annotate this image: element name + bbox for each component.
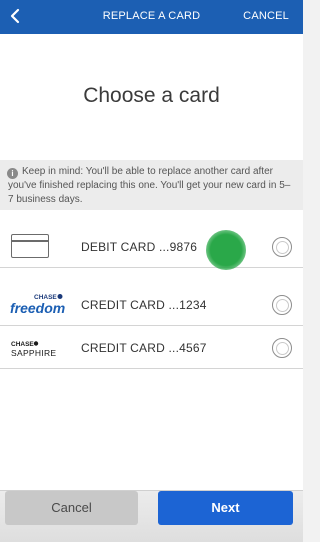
header-cancel-button[interactable]: CANCEL <box>243 10 289 22</box>
cancel-button[interactable]: Cancel <box>5 491 138 525</box>
chase-freedom-logo: CHASE freedom <box>8 290 70 320</box>
sapphire-logo-top-text: CHASE <box>11 341 34 348</box>
card-label: CREDIT CARD ...1234 <box>81 298 207 312</box>
card-label: CREDIT CARD ...4567 <box>81 341 207 355</box>
touch-indicator <box>206 230 246 270</box>
info-icon: i <box>7 168 18 179</box>
top-navigation-bar: REPLACE A CARD CANCEL <box>0 0 303 34</box>
card-option-sapphire[interactable]: CHASE SAPPHIRE CREDIT CARD ...4567 <box>0 327 303 369</box>
info-notice: i Keep in mind: You'll be able to replac… <box>0 160 303 210</box>
card-option-freedom[interactable]: CHASE freedom CREDIT CARD ...1234 <box>0 284 303 326</box>
radio-button[interactable] <box>272 338 292 358</box>
next-button[interactable]: Next <box>158 491 293 525</box>
radio-button[interactable] <box>272 295 292 315</box>
sapphire-logo-main-text: SAPPHIRE <box>11 348 56 358</box>
page-title: Choose a card <box>83 84 220 107</box>
notice-text: Keep in mind: You'll be able to replace … <box>8 166 291 205</box>
debit-card-icon <box>11 234 49 258</box>
card-label: DEBIT CARD ...9876 <box>81 240 198 254</box>
chase-sapphire-logo: CHASE SAPPHIRE <box>8 333 70 363</box>
freedom-logo-main-text: freedom <box>10 300 65 316</box>
card-option-debit[interactable]: DEBIT CARD ...9876 <box>0 226 303 268</box>
radio-button[interactable] <box>272 237 292 257</box>
bottom-action-bar: Cancel Next <box>0 490 303 542</box>
main-content: Choose a card i Keep in mind: You'll be … <box>0 34 303 490</box>
